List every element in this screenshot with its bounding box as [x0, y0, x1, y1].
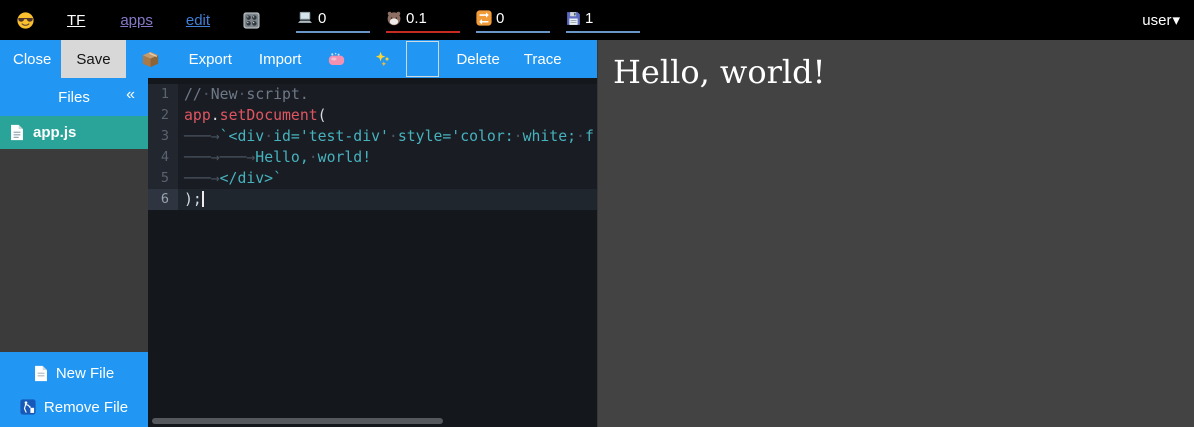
user-menu-label: user: [1142, 12, 1171, 29]
laptop-icon: [296, 11, 314, 25]
new-file-label: New File: [56, 365, 114, 382]
new-file-icon: [34, 365, 48, 382]
file-name: app.js: [33, 124, 76, 141]
sparkles-icon[interactable]: [375, 51, 391, 67]
repeat-icon: [476, 10, 492, 26]
files-sidebar: Files « app.js: [0, 78, 148, 427]
document-preview: Hello, world!: [597, 40, 1194, 427]
trace-button[interactable]: Trace: [524, 51, 562, 68]
package-icon[interactable]: [142, 51, 159, 68]
remove-file-icon: [20, 399, 36, 415]
save-button[interactable]: Save: [61, 40, 125, 78]
horizontal-scrollbar[interactable]: [152, 418, 443, 424]
editor-pane: Close Save Export Import: [0, 40, 597, 427]
floppy-counter[interactable]: 1: [566, 7, 640, 33]
new-file-button[interactable]: New File: [0, 359, 148, 387]
editor-toolbar: Close Save Export Import: [0, 40, 597, 78]
preview-heading: Hello, world!: [613, 53, 1194, 91]
code-lines: 1//·New·script.2app.setDocument(3───→`<d…: [148, 84, 597, 210]
code-editor[interactable]: 1//·New·script.2app.setDocument(3───→`<d…: [148, 78, 597, 427]
export-button[interactable]: Export: [189, 51, 232, 68]
line-number: 2: [148, 105, 178, 126]
line-number: 1: [148, 84, 178, 105]
code-line-3[interactable]: 3───→`<div·id='test-div'·style='color:·w…: [148, 126, 597, 147]
code-line-6[interactable]: 6);: [148, 189, 597, 210]
code-line-4[interactable]: 4───→───→Hello,·world!: [148, 147, 597, 168]
menubar-link-tf[interactable]: TF: [67, 12, 85, 29]
code-line-5[interactable]: 5───→</div>`: [148, 168, 597, 189]
code-line-2[interactable]: 2app.setDocument(: [148, 105, 597, 126]
line-number: 5: [148, 168, 178, 189]
remove-file-button[interactable]: Remove File: [0, 393, 148, 421]
user-menu[interactable]: user ▾: [1142, 11, 1180, 29]
repeat-counter[interactable]: 0: [476, 7, 550, 33]
chevron-down-icon: ▾: [1172, 11, 1180, 29]
file-item-appjs[interactable]: app.js: [0, 116, 148, 149]
control-knobs-icon[interactable]: [243, 12, 260, 29]
hamster-icon: [386, 10, 402, 26]
empty-icon-button[interactable]: [406, 41, 439, 77]
menubar-link-edit[interactable]: edit: [186, 12, 210, 29]
counter-value: 0.1: [406, 10, 427, 27]
import-button[interactable]: Import: [259, 51, 302, 68]
code-line-1[interactable]: 1//·New·script.: [148, 84, 597, 105]
files-header: Files «: [0, 78, 148, 116]
remove-file-label: Remove File: [44, 399, 128, 416]
top-menubar: TF apps edit 0: [0, 0, 1194, 40]
status-counters: 0 0.1 0: [296, 7, 640, 33]
counter-value: 0: [496, 10, 504, 27]
counter-value: 1: [585, 10, 593, 27]
collapse-sidebar-button[interactable]: «: [126, 86, 135, 104]
smiling-face-sunglasses-icon[interactable]: [17, 12, 34, 29]
sidebar-empty-space: [0, 149, 148, 352]
close-button[interactable]: Close: [13, 51, 51, 68]
files-title: Files: [58, 89, 90, 106]
sidebar-actions: New File: [0, 352, 148, 427]
line-number: 6: [148, 189, 178, 210]
soap-icon[interactable]: [328, 52, 345, 66]
laptop-counter[interactable]: 0: [296, 7, 370, 33]
document-icon: [10, 124, 24, 141]
line-number: 4: [148, 147, 178, 168]
floppy-icon: [566, 11, 581, 26]
text-cursor: [202, 191, 204, 207]
menubar-link-apps[interactable]: apps: [120, 12, 153, 29]
hamster-counter[interactable]: 0.1: [386, 7, 460, 33]
delete-button[interactable]: Delete: [456, 51, 499, 68]
line-number: 3: [148, 126, 178, 147]
counter-value: 0: [318, 10, 326, 27]
main-area: Close Save Export Import: [0, 40, 1194, 427]
